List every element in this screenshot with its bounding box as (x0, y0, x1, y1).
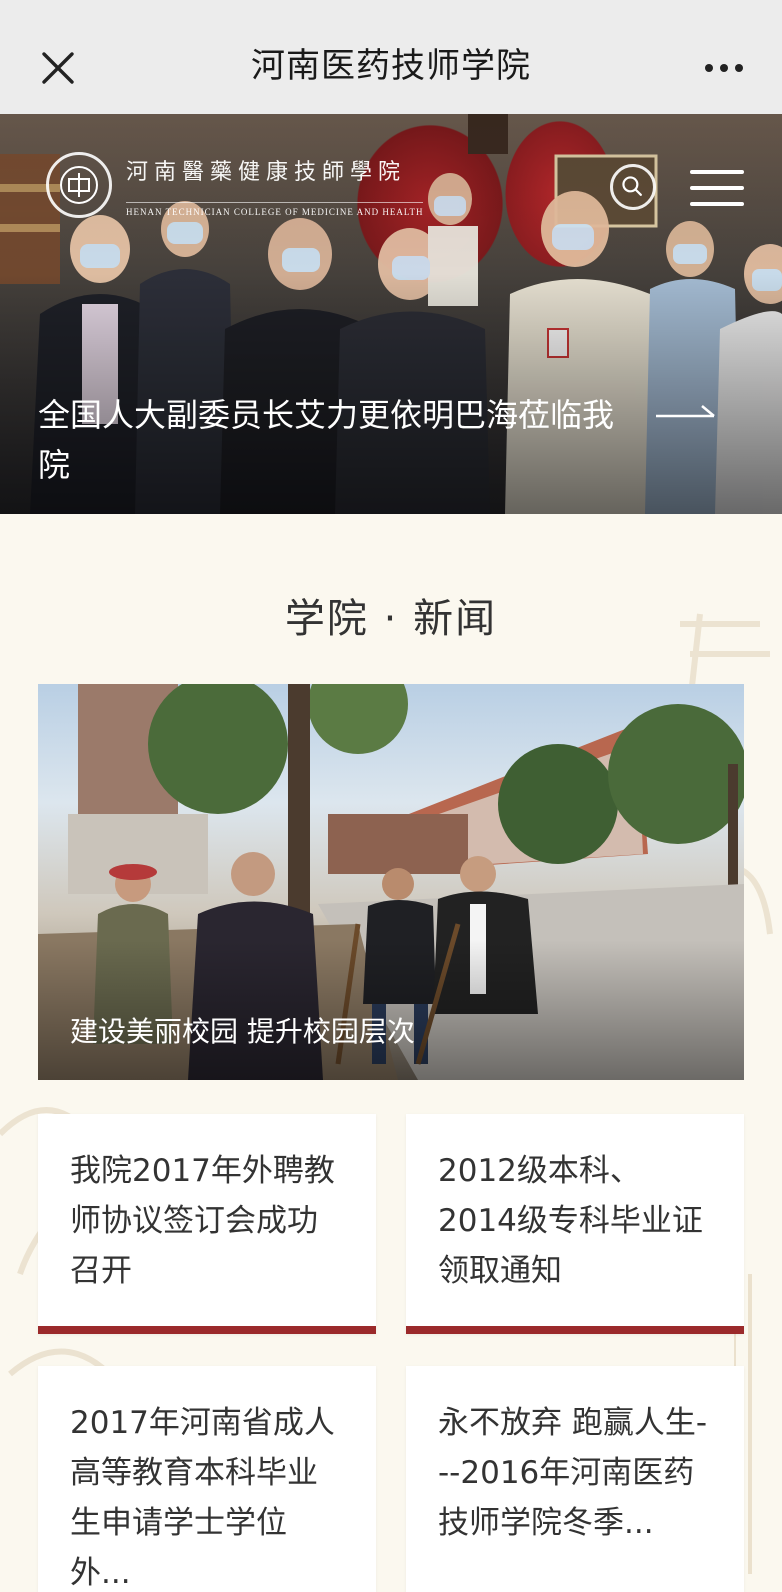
news-card-title: 永不放弃 跑赢人生---2016年河南医药技师学院冬季... (438, 1405, 708, 1541)
news-card[interactable]: 2012级本科、2014级专科毕业证领取通知 (406, 1114, 744, 1334)
news-card-accent-bar (38, 1326, 376, 1334)
page-title: 河南医药技师学院 (251, 45, 531, 86)
news-card-title: 我院2017年外聘教师协议签订会成功召开 (70, 1153, 335, 1289)
close-icon[interactable] (40, 50, 76, 86)
college-logo[interactable]: 河南醫藥健康技師學院 HENAN TECHNICIAN COLLEGE OF M… (46, 150, 486, 220)
hero-banner[interactable]: 河南醫藥健康技師學院 HENAN TECHNICIAN COLLEGE OF M… (0, 114, 782, 514)
top-bar: 河南医药技师学院 (0, 0, 782, 114)
featured-news[interactable]: 建设美丽校园 提升校园层次 (38, 684, 744, 1080)
news-card-title: 2012级本科、2014级专科毕业证领取通知 (438, 1153, 703, 1289)
arrow-right-icon[interactable] (656, 404, 718, 418)
search-icon[interactable] (610, 164, 656, 210)
menu-icon[interactable] (690, 168, 744, 208)
college-emblem-icon (46, 152, 112, 218)
news-section-title: 学院 · 新闻 (284, 596, 498, 642)
news-card-accent-bar (406, 1326, 744, 1334)
featured-news-caption: 建设美丽校园 提升校园层次 (70, 1015, 415, 1048)
college-wordmark: 河南醫藥健康技師學院 HENAN TECHNICIAN COLLEGE OF M… (126, 154, 424, 217)
news-card-title: 2017年河南省成人高等教育本科毕业生申请学士学位外... (70, 1405, 335, 1591)
hero-headline[interactable]: 全国人大副委员长艾力更依明巴海莅临我院 (38, 390, 628, 490)
more-dots-icon[interactable] (704, 62, 744, 74)
logo-english-name: HENAN TECHNICIAN COLLEGE OF MEDICINE AND… (126, 201, 424, 217)
news-card[interactable]: 2017年河南省成人高等教育本科毕业生申请学士学位外... (38, 1366, 376, 1592)
logo-chinese-name: 河南醫藥健康技師學院 (126, 159, 407, 185)
news-card[interactable]: 我院2017年外聘教师协议签订会成功召开 (38, 1114, 376, 1334)
news-card[interactable]: 永不放弃 跑赢人生---2016年河南医药技师学院冬季... (406, 1366, 744, 1592)
